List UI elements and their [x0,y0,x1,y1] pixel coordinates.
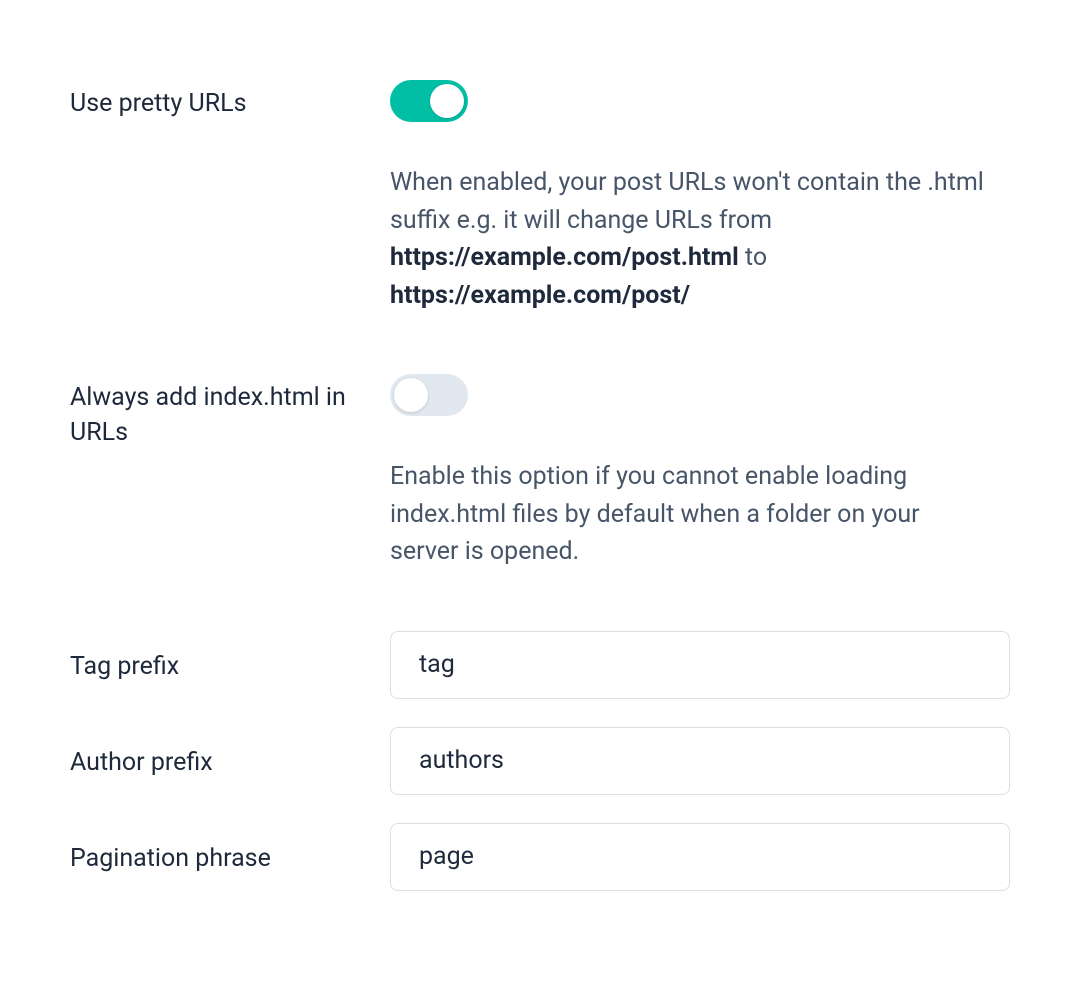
author-prefix-input[interactable] [390,727,1010,795]
tag-prefix-label: Tag prefix [70,631,390,684]
author-prefix-content [390,727,1014,795]
setting-row-tag-prefix: Tag prefix [70,631,1014,699]
pagination-phrase-content [390,823,1014,891]
always-index-content: Enable this option if you cannot enable … [390,374,1014,571]
author-prefix-label: Author prefix [70,727,390,780]
setting-row-pretty-urls: Use pretty URLs When enabled, your post … [70,80,1014,314]
pretty-urls-toggle[interactable] [390,80,468,122]
setting-row-pagination-phrase: Pagination phrase [70,823,1014,891]
pretty-urls-content: When enabled, your post URLs won't conta… [390,80,1014,314]
setting-row-author-prefix: Author prefix [70,727,1014,795]
pretty-urls-description: When enabled, your post URLs won't conta… [390,164,990,314]
setting-row-always-index: Always add index.html in URLs Enable thi… [70,374,1014,571]
pretty-urls-label: Use pretty URLs [70,80,390,121]
tag-prefix-input[interactable] [390,631,1010,699]
toggle-knob-icon [430,84,464,118]
pagination-phrase-input[interactable] [390,823,1010,891]
toggle-knob-icon [394,378,428,412]
always-index-toggle[interactable] [390,374,468,416]
always-index-label: Always add index.html in URLs [70,374,390,450]
tag-prefix-content [390,631,1014,699]
pagination-phrase-label: Pagination phrase [70,823,390,876]
always-index-description: Enable this option if you cannot enable … [390,458,990,571]
